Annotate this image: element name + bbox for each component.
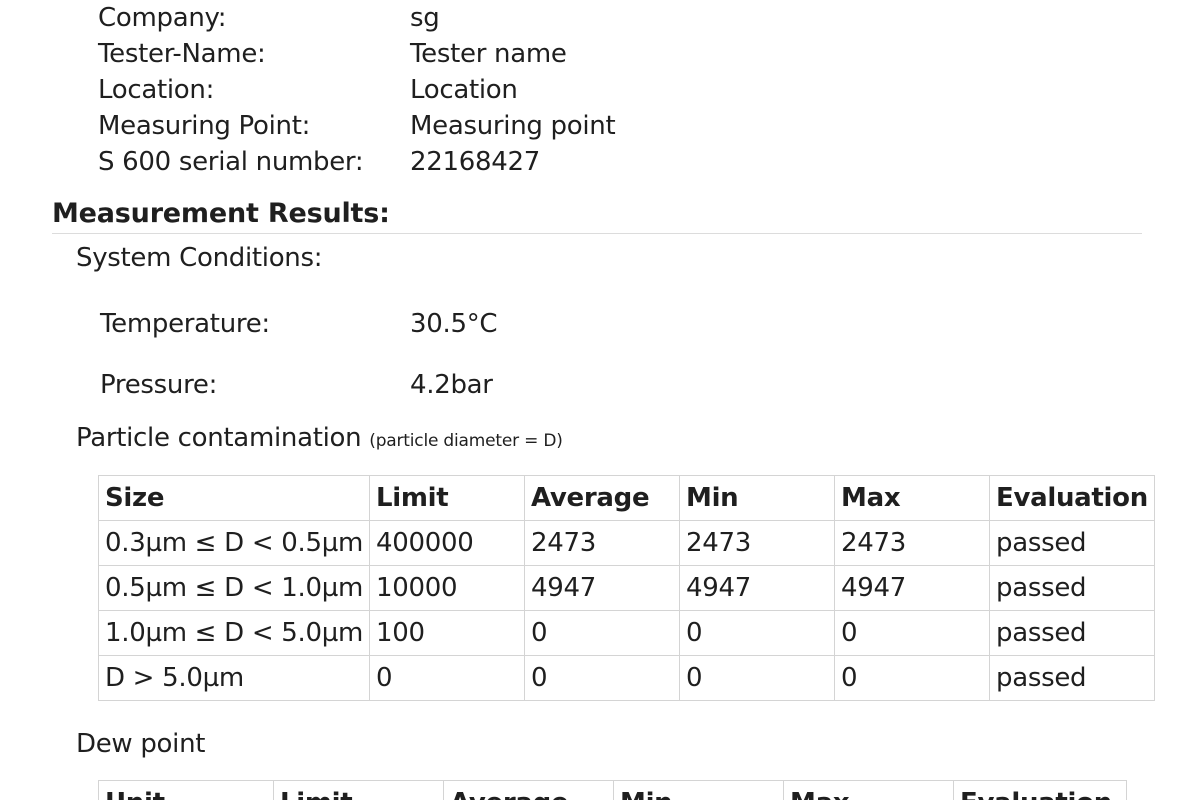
- column-header: Min: [679, 475, 835, 521]
- tester-name-label: Tester-Name:: [98, 39, 266, 69]
- location-label: Location:: [98, 75, 215, 105]
- company-label: Company:: [98, 3, 227, 33]
- column-header: Average: [443, 780, 614, 800]
- temperature-row: Temperature: 30.5°C: [100, 306, 498, 342]
- table-cell: 0: [524, 655, 680, 701]
- company-value: sg: [410, 3, 440, 33]
- table-cell: 0.3µm ≤ D < 0.5µm: [98, 520, 370, 566]
- table-cell: 0: [834, 610, 990, 656]
- dew-point-table: Unit Limit Average Min Max Evaluation: [98, 780, 1127, 800]
- system-conditions-heading: System Conditions:: [76, 243, 323, 273]
- column-header: Max: [834, 475, 990, 521]
- table-cell: 10000: [369, 565, 525, 611]
- table-cell: passed: [989, 655, 1155, 701]
- table-row: 0.3µm ≤ D < 0.5µm 400000 2473 2473 2473 …: [98, 520, 1155, 566]
- table-cell: 2473: [524, 520, 680, 566]
- table-cell: 0: [679, 610, 835, 656]
- table-cell: 2473: [834, 520, 990, 566]
- table-cell: 4947: [834, 565, 990, 611]
- table-cell: 4947: [524, 565, 680, 611]
- table-cell: 0: [834, 655, 990, 701]
- tester-name-value: Tester name: [410, 39, 567, 69]
- column-header: Evaluation: [953, 780, 1127, 800]
- column-header: Min: [613, 780, 784, 800]
- pressure-value: 4.2bar: [410, 370, 493, 400]
- table-cell: D > 5.0µm: [98, 655, 370, 701]
- table-cell: passed: [989, 520, 1155, 566]
- table-cell: passed: [989, 610, 1155, 656]
- measuring-point-value: Measuring point: [410, 111, 616, 141]
- temperature-value: 30.5°C: [410, 309, 498, 339]
- section-divider: [52, 233, 1142, 234]
- table-cell: 100: [369, 610, 525, 656]
- particle-diameter-note: (particle diameter = D): [369, 431, 563, 451]
- table-cell: 0: [369, 655, 525, 701]
- serial-number-value: 22168427: [410, 147, 540, 177]
- report-page: Company: sg Tester-Name: Tester name Loc…: [0, 0, 1200, 800]
- table-header-row: Size Limit Average Min Max Evaluation: [98, 475, 1155, 521]
- tester-info: Company: sg Tester-Name: Tester name Loc…: [98, 0, 616, 180]
- table-cell: 400000: [369, 520, 525, 566]
- table-cell: 0: [524, 610, 680, 656]
- column-header: Size: [98, 475, 370, 521]
- serial-number-label: S 600 serial number:: [98, 147, 364, 177]
- table-cell: 1.0µm ≤ D < 5.0µm: [98, 610, 370, 656]
- column-header: Limit: [369, 475, 525, 521]
- column-header: Average: [524, 475, 680, 521]
- table-cell: 0: [679, 655, 835, 701]
- table-row: D > 5.0µm 0 0 0 0 passed: [98, 655, 1155, 701]
- table-cell: passed: [989, 565, 1155, 611]
- table-cell: 0.5µm ≤ D < 1.0µm: [98, 565, 370, 611]
- dew-point-heading: Dew point: [76, 729, 206, 759]
- table-row: 1.0µm ≤ D < 5.0µm 100 0 0 0 passed: [98, 610, 1155, 656]
- table-row: 0.5µm ≤ D < 1.0µm 10000 4947 4947 4947 p…: [98, 565, 1155, 611]
- location-value: Location: [410, 75, 518, 105]
- temperature-label: Temperature:: [100, 309, 270, 339]
- particle-table: Size Limit Average Min Max Evaluation 0.…: [98, 475, 1155, 701]
- column-header: Max: [783, 780, 954, 800]
- pressure-label: Pressure:: [100, 370, 218, 400]
- measuring-point-label: Measuring Point:: [98, 111, 311, 141]
- column-header: Unit: [98, 780, 274, 800]
- column-header: Limit: [273, 780, 444, 800]
- particle-heading-text: Particle contamination: [76, 423, 362, 453]
- pressure-row: Pressure: 4.2bar: [100, 367, 493, 403]
- measurement-results-heading: Measurement Results:: [52, 198, 390, 229]
- table-header-row: Unit Limit Average Min Max Evaluation: [98, 780, 1127, 800]
- table-cell: 4947: [679, 565, 835, 611]
- particle-contamination-heading: Particle contamination (particle diamete…: [76, 420, 563, 459]
- column-header: Evaluation: [989, 475, 1155, 521]
- table-cell: 2473: [679, 520, 835, 566]
